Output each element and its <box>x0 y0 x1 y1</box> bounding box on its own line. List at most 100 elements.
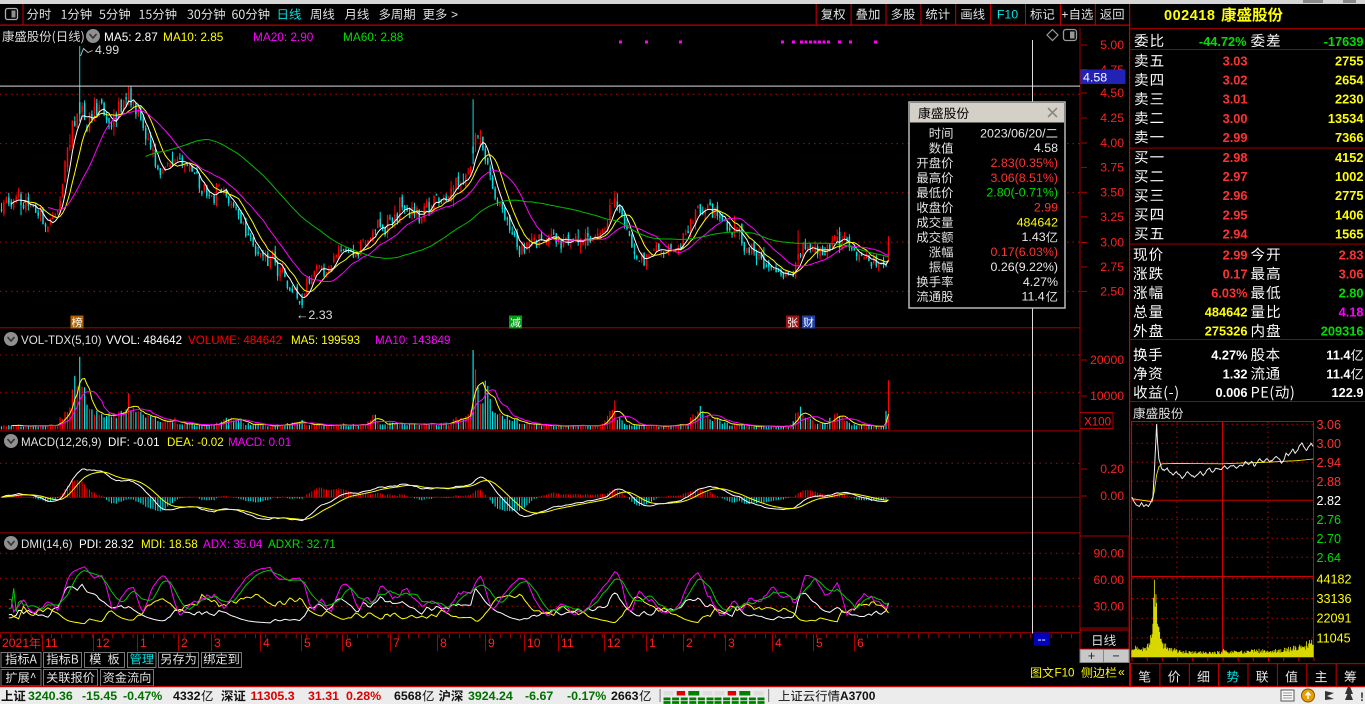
svg-text:33136: 33136 <box>1317 592 1352 606</box>
svg-text:2.75: 2.75 <box>1100 260 1124 274</box>
svg-text:11.4: 11.4 <box>1022 290 1045 304</box>
svg-text:MA10: 2.85: MA10: 2.85 <box>163 30 224 44</box>
svg-text:2.80: 2.80 <box>1339 286 1364 301</box>
svg-text:«: « <box>1118 665 1125 679</box>
svg-text:4152: 4152 <box>1335 150 1363 165</box>
svg-text:1002: 1002 <box>1335 169 1363 184</box>
svg-text:4: 4 <box>263 636 270 650</box>
svg-text:3: 3 <box>728 636 735 650</box>
svg-text:2021: 2021 <box>2 636 29 650</box>
svg-text:12: 12 <box>607 636 621 650</box>
svg-text:-0.17%: -0.17% <box>567 689 606 703</box>
svg-text:7366: 7366 <box>1335 130 1363 145</box>
svg-text:60.00: 60.00 <box>1094 573 1125 587</box>
svg-text:VVOL: 484642: VVOL: 484642 <box>106 334 182 347</box>
svg-text:3.00: 3.00 <box>1317 437 1342 451</box>
svg-text:6.03%: 6.03% <box>1211 286 1248 301</box>
svg-text:11045: 11045 <box>1317 631 1351 645</box>
svg-text:3.25: 3.25 <box>1100 210 1124 224</box>
svg-text:13534: 13534 <box>1328 111 1364 126</box>
svg-text:5.00: 5.00 <box>1100 38 1124 52</box>
svg-text:122.9: 122.9 <box>1331 385 1363 400</box>
svg-text:4.27%: 4.27% <box>1023 275 1058 289</box>
svg-text:2.98: 2.98 <box>1223 150 1248 165</box>
svg-text:-44.72%: -44.72% <box>1199 34 1247 49</box>
svg-text:2.88: 2.88 <box>1317 475 1342 489</box>
svg-text:+: + <box>1088 649 1095 663</box>
svg-text:−: − <box>1112 649 1119 663</box>
svg-text:3.06: 3.06 <box>1317 418 1342 432</box>
svg-text:10: 10 <box>527 636 541 650</box>
svg-text:MA5: 199593: MA5: 199593 <box>291 334 360 347</box>
svg-text:←2.33: ←2.33 <box>296 308 333 322</box>
svg-text:-6.67: -6.67 <box>525 689 553 703</box>
svg-text:10000: 10000 <box>1090 389 1124 403</box>
svg-text:1: 1 <box>649 636 656 650</box>
svg-text:2663: 2663 <box>611 689 639 703</box>
svg-text:2.94: 2.94 <box>1317 456 1342 470</box>
svg-text:X100: X100 <box>1084 416 1111 429</box>
svg-text:4.18: 4.18 <box>1339 305 1364 320</box>
svg-text:5: 5 <box>816 636 823 650</box>
svg-text:2775: 2775 <box>1335 188 1363 203</box>
svg-text:2: 2 <box>686 636 693 650</box>
svg-text:2.83: 2.83 <box>1339 247 1364 262</box>
svg-text:MA20: 2.90: MA20: 2.90 <box>253 30 314 44</box>
svg-text:--: -- <box>1038 632 1046 646</box>
svg-text:4.50: 4.50 <box>1100 86 1124 100</box>
svg-text:20000: 20000 <box>1090 353 1124 367</box>
svg-text:2.97: 2.97 <box>1223 169 1248 184</box>
svg-text:3.00: 3.00 <box>1100 236 1124 250</box>
svg-text:3.06(8.51%): 3.06(8.51%) <box>990 171 1058 185</box>
svg-text:2.99: 2.99 <box>1223 247 1248 262</box>
svg-text:2.99: 2.99 <box>1034 201 1058 215</box>
svg-text:2.99: 2.99 <box>1223 130 1248 145</box>
svg-text:VOL-TDX(5,10): VOL-TDX(5,10) <box>21 334 102 347</box>
svg-text:2.96: 2.96 <box>1223 188 1248 203</box>
svg-text:484642: 484642 <box>1017 215 1058 229</box>
svg-text:11.4: 11.4 <box>1326 366 1351 381</box>
svg-text:!: ! <box>1360 690 1364 704</box>
svg-text:F10: F10 <box>1055 667 1075 680</box>
svg-text:0.17(6.03%): 0.17(6.03%) <box>990 245 1058 259</box>
svg-text:275326: 275326 <box>1205 324 1248 339</box>
svg-text:-15.45: -15.45 <box>82 689 117 703</box>
svg-text:A3700: A3700 <box>840 689 876 703</box>
svg-text:4.58: 4.58 <box>1034 141 1058 155</box>
svg-text:0.17: 0.17 <box>1223 266 1248 281</box>
svg-text:1.43: 1.43 <box>1022 230 1046 244</box>
svg-text:DEA: -0.02: DEA: -0.02 <box>167 436 224 449</box>
svg-text:MA10: 143849: MA10: 143849 <box>375 334 450 347</box>
svg-text:MA60: 2.88: MA60: 2.88 <box>343 30 404 44</box>
svg-text:6: 6 <box>857 636 864 650</box>
svg-text:2.82: 2.82 <box>1317 494 1342 508</box>
svg-text:8: 8 <box>440 636 447 650</box>
svg-text:31.31: 31.31 <box>308 689 339 703</box>
svg-text:44182: 44182 <box>1317 572 1352 586</box>
svg-text:2.70: 2.70 <box>1317 532 1342 546</box>
svg-text:-0.47%: -0.47% <box>123 689 162 703</box>
svg-text:2.64: 2.64 <box>1317 551 1342 565</box>
svg-text:2230: 2230 <box>1335 92 1363 107</box>
svg-text:2023/06/20/: 2023/06/20/ <box>980 126 1046 140</box>
svg-text:2755: 2755 <box>1335 54 1363 69</box>
svg-text:30.00: 30.00 <box>1094 600 1125 614</box>
svg-text:4.58: 4.58 <box>1083 71 1107 85</box>
svg-text:0.006: 0.006 <box>1215 385 1247 400</box>
svg-text:2.94: 2.94 <box>1223 226 1249 241</box>
svg-text:MACD: 0.01: MACD: 0.01 <box>228 436 291 449</box>
svg-text:3.00: 3.00 <box>1223 111 1248 126</box>
svg-text:3240.36: 3240.36 <box>28 689 73 703</box>
svg-text:9: 9 <box>488 636 495 650</box>
svg-text:2654: 2654 <box>1335 73 1364 88</box>
svg-text:3.03: 3.03 <box>1223 54 1248 69</box>
svg-text:22091: 22091 <box>1317 612 1352 626</box>
svg-text:4.25: 4.25 <box>1100 111 1124 125</box>
svg-text:11.4: 11.4 <box>1326 348 1351 363</box>
svg-text:2.83(0.35%): 2.83(0.35%) <box>990 156 1058 170</box>
svg-text:DMI(14,6): DMI(14,6) <box>21 538 73 551</box>
svg-text:0.26(9.22%): 0.26(9.22%) <box>990 260 1058 274</box>
svg-text:1.32: 1.32 <box>1223 366 1248 381</box>
svg-text:2.95: 2.95 <box>1223 207 1248 222</box>
svg-text:MA5: 2.87: MA5: 2.87 <box>104 30 158 44</box>
